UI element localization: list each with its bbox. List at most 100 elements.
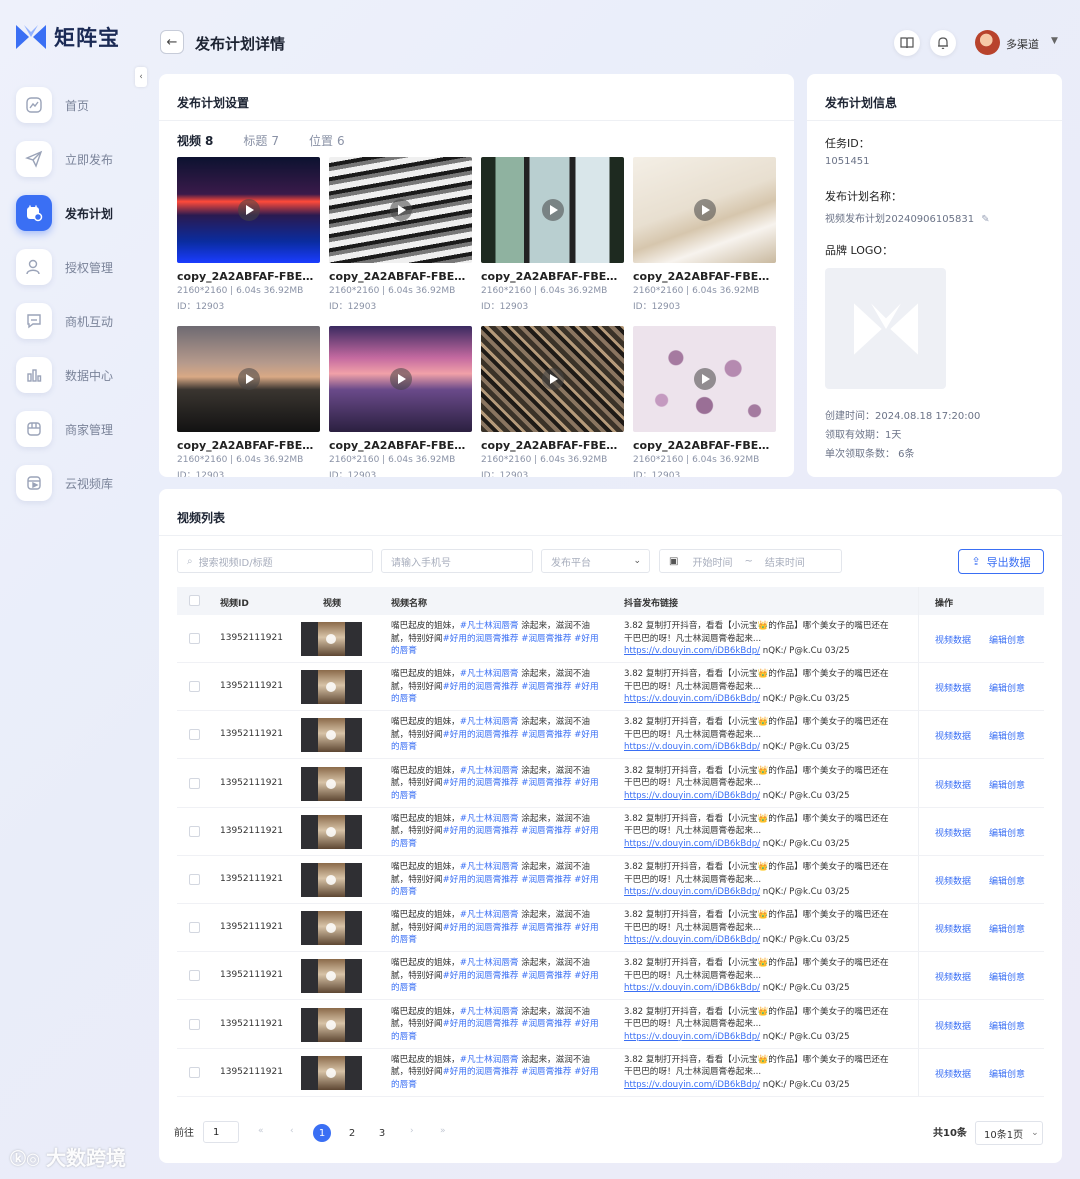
video-data-link[interactable]: 视频数据 [935, 778, 971, 791]
play-icon[interactable] [541, 199, 564, 221]
sidebar-item-video-library[interactable]: 云视频库 [16, 464, 136, 502]
video-card[interactable]: copy_2A2ABFAF-FBEB-4... 2160*2160 | 6.04… [633, 326, 776, 477]
user-name[interactable]: 多渠道 [1006, 36, 1039, 52]
back-button[interactable]: ← [160, 30, 184, 54]
goto-page-input[interactable]: 1 [203, 1121, 239, 1143]
platform-select[interactable]: 发布平台 ⌄ [541, 549, 650, 573]
row-checkbox[interactable] [189, 729, 200, 741]
edit-creative-link[interactable]: 编辑创意 [989, 874, 1025, 887]
video-thumbnail[interactable] [177, 326, 320, 432]
first-page-icon[interactable]: « [258, 1126, 264, 1136]
page-2[interactable]: 2 [343, 1124, 361, 1142]
edit-creative-link[interactable]: 编辑创意 [989, 1067, 1025, 1080]
page-1[interactable]: 1 [313, 1124, 331, 1142]
row-video-thumbnail[interactable] [301, 718, 362, 753]
edit-creative-link[interactable]: 编辑创意 [989, 922, 1025, 935]
row-checkbox[interactable] [189, 970, 200, 982]
video-card[interactable]: copy_2A2ABFAF-FBEB-4... 2160*2160 | 6.04… [177, 157, 320, 312]
video-card[interactable]: copy_2A2ABFAF-FBEB-4... 2160*2160 | 6.04… [329, 157, 472, 312]
sidebar-item-authorization[interactable]: 授权管理 [16, 248, 136, 286]
play-icon[interactable] [326, 634, 336, 644]
edit-creative-link[interactable]: 编辑创意 [989, 970, 1025, 983]
book-icon[interactable] [894, 30, 920, 56]
sidebar-item-merchants[interactable]: 商家管理 [16, 410, 136, 448]
video-card[interactable]: copy_2A2ABFAF-FBEB-4... 2160*2160 | 6.04… [177, 326, 320, 477]
row-checkbox[interactable] [189, 633, 200, 644]
play-icon[interactable] [541, 368, 564, 390]
video-thumbnail[interactable] [329, 157, 472, 263]
edit-creative-link[interactable]: 编辑创意 [989, 633, 1025, 646]
douyin-url-link[interactable]: https://v.douyin.com/iDB6kBdp/ [624, 694, 760, 704]
sidebar-item-interaction[interactable]: 商机互动 [16, 302, 136, 340]
bell-icon[interactable] [930, 30, 956, 56]
video-data-link[interactable]: 视频数据 [935, 1067, 971, 1080]
play-icon[interactable] [237, 199, 260, 221]
select-all-checkbox[interactable] [189, 595, 200, 606]
play-icon[interactable] [326, 875, 336, 885]
row-checkbox[interactable] [189, 922, 200, 934]
douyin-url-link[interactable]: https://v.douyin.com/iDB6kBdp/ [624, 887, 760, 897]
prev-page-icon[interactable]: ‹ [290, 1126, 294, 1136]
last-page-icon[interactable]: » [440, 1126, 446, 1136]
play-icon[interactable] [389, 199, 412, 221]
sidebar-item-publish-now[interactable]: 立即发布 [16, 140, 136, 178]
next-page-icon[interactable]: › [410, 1126, 414, 1136]
row-checkbox[interactable] [189, 681, 200, 693]
row-video-thumbnail[interactable] [301, 814, 362, 849]
row-video-thumbnail[interactable] [301, 863, 362, 897]
page-3[interactable]: 3 [373, 1124, 391, 1142]
video-data-link[interactable]: 视频数据 [935, 1019, 971, 1032]
row-checkbox[interactable] [189, 777, 200, 789]
douyin-url-link[interactable]: https://v.douyin.com/iDB6kBdp/ [624, 839, 760, 849]
export-data-button[interactable]: ⇪ 导出数据 [958, 549, 1044, 574]
brand-logo[interactable]: 矩阵宝 [16, 22, 120, 52]
page-size-select[interactable]: 10条1页 ⌄ [975, 1121, 1043, 1145]
video-data-link[interactable]: 视频数据 [935, 826, 971, 839]
video-card[interactable]: copy_2A2ABFAF-FBEB-4... 2160*2160 | 6.04… [481, 157, 624, 312]
douyin-url-link[interactable]: https://v.douyin.com/iDB6kBdp/ [624, 791, 760, 801]
sidebar-item-data-center[interactable]: 数据中心 [16, 356, 136, 394]
tab-titles[interactable]: 标题 7 [243, 132, 279, 149]
tab-videos[interactable]: 视频 8 [177, 132, 213, 149]
row-checkbox[interactable] [189, 825, 200, 837]
row-video-thumbnail[interactable] [301, 959, 362, 994]
video-thumbnail[interactable] [329, 326, 472, 432]
edit-creative-link[interactable]: 编辑创意 [989, 826, 1025, 839]
avatar[interactable] [975, 30, 1000, 55]
video-thumbnail[interactable] [177, 157, 320, 263]
video-card[interactable]: copy_2A2ABFAF-FBEB-4... 2160*2160 | 6.04… [481, 326, 624, 477]
video-data-link[interactable]: 视频数据 [935, 681, 971, 694]
video-thumbnail[interactable] [481, 157, 624, 263]
video-data-link[interactable]: 视频数据 [935, 970, 971, 983]
douyin-url-link[interactable]: https://v.douyin.com/iDB6kBdp/ [624, 1032, 760, 1042]
sidebar-collapse-button[interactable]: ‹ [135, 67, 147, 87]
play-icon[interactable] [326, 778, 336, 789]
edit-creative-link[interactable]: 编辑创意 [989, 778, 1025, 791]
play-icon[interactable] [326, 1019, 336, 1030]
video-card[interactable]: copy_2A2ABFAF-FBEB-4... 2160*2160 | 6.04… [633, 157, 776, 312]
douyin-url-link[interactable]: https://v.douyin.com/iDB6kBdp/ [624, 935, 760, 945]
video-thumbnail[interactable] [633, 157, 776, 263]
row-video-thumbnail[interactable] [301, 1007, 362, 1042]
edit-creative-link[interactable]: 编辑创意 [989, 729, 1025, 742]
play-icon[interactable] [693, 368, 716, 390]
search-input[interactable]: ⌕ 搜索视频ID/标题 [177, 549, 373, 573]
phone-input[interactable]: 请输入手机号 [381, 549, 533, 573]
video-data-link[interactable]: 视频数据 [935, 874, 971, 887]
row-video-thumbnail[interactable] [301, 670, 362, 705]
edit-creative-link[interactable]: 编辑创意 [989, 1019, 1025, 1032]
date-range-picker[interactable]: ▣ 开始时间 ~ 结束时间 [659, 549, 842, 573]
douyin-url-link[interactable]: https://v.douyin.com/iDB6kBdp/ [624, 646, 760, 656]
row-video-thumbnail[interactable] [301, 622, 362, 656]
edit-pencil-icon[interactable]: ✎ [981, 214, 989, 225]
video-data-link[interactable]: 视频数据 [935, 633, 971, 646]
video-data-link[interactable]: 视频数据 [935, 729, 971, 742]
play-icon[interactable] [326, 1067, 336, 1078]
video-thumbnail[interactable] [481, 326, 624, 432]
douyin-url-link[interactable]: https://v.douyin.com/iDB6kBdp/ [624, 983, 760, 993]
chevron-down-icon[interactable]: ▼ [1051, 36, 1058, 46]
sidebar-item-home[interactable]: 首页 [16, 86, 136, 124]
row-video-thumbnail[interactable] [301, 911, 362, 946]
video-card[interactable]: copy_2A2ABFAF-FBEB-4... 2160*2160 | 6.04… [329, 326, 472, 477]
video-data-link[interactable]: 视频数据 [935, 922, 971, 935]
